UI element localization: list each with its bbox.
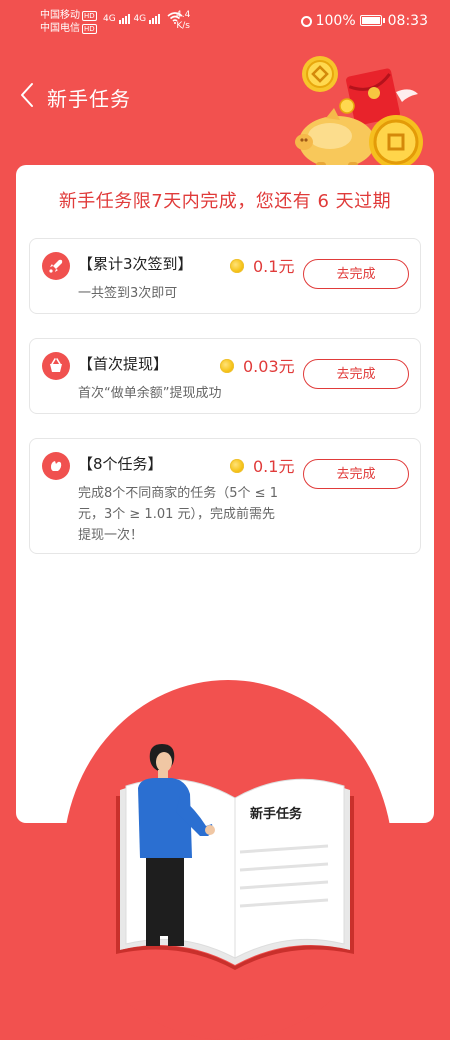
task-name: 【累计3次签到】 <box>78 255 193 273</box>
battery-icon <box>359 15 385 26</box>
task-item-checkin: 【累计3次签到】 0.1元 去完成 一共签到3次即可 <box>29 238 421 314</box>
coin-icon <box>302 56 338 92</box>
coin-icon <box>369 115 423 169</box>
rocket-icon <box>42 252 70 280</box>
task-item-first-withdraw: 【首次提现】 0.03元 去完成 首次“做单余额”提现成功 <box>29 338 421 414</box>
task-description: 一共签到3次即可 <box>78 286 178 301</box>
task-name: 【8个任务】 <box>78 455 163 473</box>
hd-badge: HD <box>82 11 97 21</box>
coin-icon <box>230 459 244 473</box>
alarm-icon <box>300 16 312 27</box>
status-bar: 中国移动 HD 中国电信 HD 4G 4G 4.4 K/s 100% 08:33 <box>0 0 450 44</box>
network-type-1: 4G <box>103 14 116 24</box>
hd-badge: HD <box>82 24 97 34</box>
task-reward: 0.03元 <box>220 353 295 377</box>
coin-icon <box>220 359 234 373</box>
piggy-bank-coins-icon <box>295 56 423 172</box>
task-item-eight-tasks: 【8个任务】 0.1元 去完成 完成8个不同商家的任务（5个 ≤ 1 元，3个 … <box>29 438 421 554</box>
signal-indicators: 4G 4G <box>103 12 183 24</box>
network-speed: 4.4 K/s <box>176 10 191 31</box>
back-button[interactable] <box>18 80 44 110</box>
complete-button[interactable]: 去完成 <box>303 459 409 489</box>
coin-icon <box>230 259 244 273</box>
task-description: 首次“做单余额”提现成功 <box>78 386 222 401</box>
carrier-info: 中国移动 HD 中国电信 HD <box>40 9 97 35</box>
battery-percent: 100% <box>315 13 356 29</box>
complete-button[interactable]: 去完成 <box>303 359 409 389</box>
hand-icon <box>42 452 70 480</box>
signal-icon <box>149 14 161 24</box>
task-reward: 0.1元 <box>230 453 294 477</box>
carrier-2: 中国电信 <box>40 23 80 34</box>
page-title: 新手任务 <box>47 87 131 111</box>
book-title: 新手任务 <box>250 806 303 822</box>
task-description: 完成8个不同商家的任务（5个 ≤ 1 元，3个 ≥ 1.01 元），完成前需先 … <box>78 486 278 543</box>
task-name: 【首次提现】 <box>78 355 169 373</box>
carrier-1: 中国移动 <box>40 10 80 21</box>
task-reward: 0.1元 <box>230 253 294 277</box>
signal-icon <box>118 14 131 24</box>
complete-button[interactable]: 去完成 <box>303 259 409 289</box>
deadline-notice: 新手任务限7天内完成，您还有 6 天过期 <box>58 191 392 212</box>
reading-person-illustration: 新手任务 <box>116 744 354 970</box>
network-type-2: 4G <box>133 14 147 24</box>
clock: 08:33 <box>387 13 428 29</box>
basket-icon <box>42 352 70 380</box>
chevron-left-icon <box>21 83 33 107</box>
coin-icon <box>339 98 355 114</box>
status-right: 100% 08:33 <box>300 13 428 29</box>
